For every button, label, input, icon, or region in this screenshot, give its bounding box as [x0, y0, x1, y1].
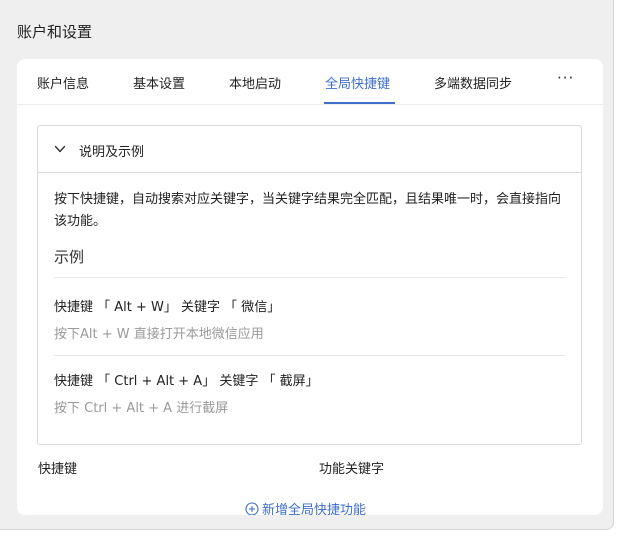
- settings-window: 账户和设置 账户信息 基本设置 本地启动 全局快捷键 多端数据同步 ··· 说明…: [0, 0, 614, 530]
- tab-global-shortcuts[interactable]: 全局快捷键: [325, 73, 390, 92]
- settings-panel: 账户信息 基本设置 本地启动 全局快捷键 多端数据同步 ··· 说明及示例 按下…: [17, 59, 603, 515]
- column-header-shortcut: 快捷键: [38, 462, 78, 477]
- active-tab-indicator: [324, 102, 395, 104]
- example-description: 按下 Ctrl + Alt + A 进行截屏: [54, 401, 229, 416]
- info-header-label: 说明及示例: [79, 145, 145, 160]
- add-button-label: 新增全局快捷功能: [262, 503, 367, 515]
- divider: [54, 355, 565, 356]
- tab-basic-settings[interactable]: 基本设置: [133, 73, 185, 92]
- tab-bar: 账户信息 基本设置 本地启动 全局快捷键 多端数据同步 ···: [17, 59, 603, 105]
- window-title: 账户和设置: [17, 23, 93, 41]
- tab-multi-device-sync[interactable]: 多端数据同步: [434, 73, 512, 92]
- column-header-keyword: 功能关键字: [319, 462, 385, 477]
- more-tabs-icon[interactable]: ···: [557, 69, 574, 87]
- example-heading: 示例: [54, 248, 85, 266]
- example-description: 按下Alt + W 直接打开本地微信应用: [54, 327, 264, 342]
- info-description: 按下快捷键，自动搜索对应关键字，当关键字结果完全匹配，且结果唯一时，会直接指向该…: [54, 192, 562, 229]
- divider: [54, 277, 565, 278]
- info-collapse-panel: 说明及示例 按下快捷键，自动搜索对应关键字，当关键字结果完全匹配，且结果唯一时，…: [37, 125, 582, 445]
- example-title: 快捷键 「 Ctrl + Alt + A」 关键字 「 截屏」: [54, 374, 319, 389]
- add-global-shortcut-button[interactable]: 新增全局快捷功能: [245, 499, 366, 515]
- info-collapse-header[interactable]: 说明及示例: [38, 126, 581, 173]
- example-title: 快捷键 「 Alt + W」 关键字 「 微信」: [54, 300, 281, 315]
- tab-account-info[interactable]: 账户信息: [37, 73, 89, 92]
- chevron-down-icon: [54, 145, 66, 153]
- tab-local-startup[interactable]: 本地启动: [229, 73, 281, 92]
- plus-circle-icon: [245, 501, 259, 515]
